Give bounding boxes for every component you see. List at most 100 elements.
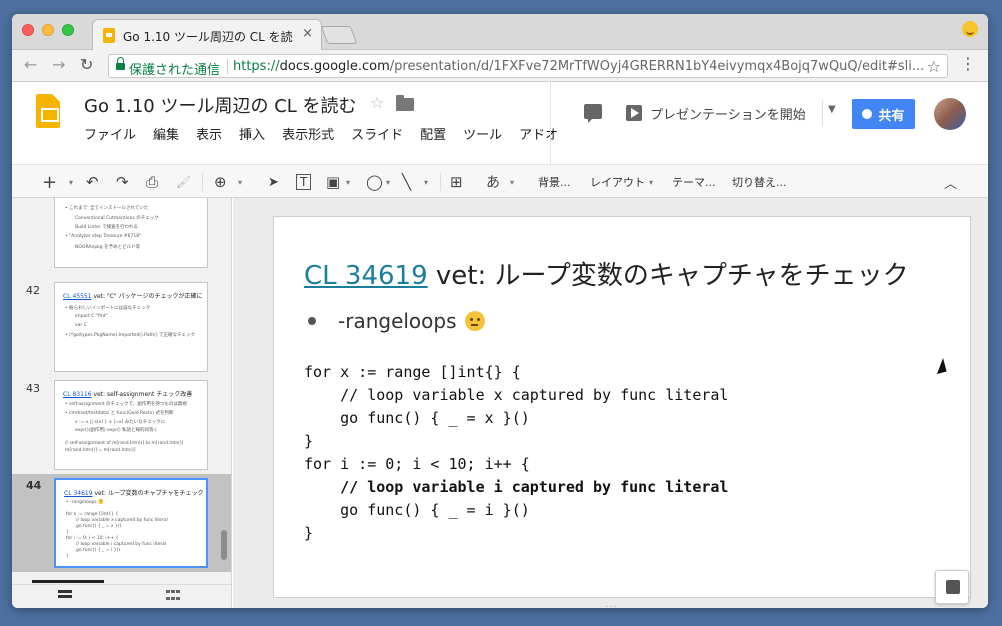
code-line: go func() { _ = x }() [304,409,530,427]
present-button[interactable]: プレゼンテーションを開始 [626,100,806,126]
menu-insert[interactable]: 挿入 [233,122,271,145]
tab-title: Go 1.10 ツール周辺の CL を読む [123,30,293,44]
browser-tab[interactable]: Go 1.10 ツール周辺の CL を読む × [92,19,322,50]
new-slide-icon[interactable]: + [42,171,57,193]
address-bar[interactable]: 保護された通信 https://docs.google.com/presenta… [108,54,948,78]
slide-bullet[interactable]: -rangeloops [308,309,485,333]
profile-emoji-icon[interactable] [962,21,978,37]
thumbnail-line: Conventional Cutmentions のチェック [75,216,159,221]
slide-thumbnail-selected[interactable]: CL 34619 vet: ループ変数のキャプチャをチェック • -rangel… [54,478,208,568]
code-line: // loop variable x captured by func lite… [304,386,729,404]
menu-edit[interactable]: 編集 [147,122,185,145]
code-line: for x := range []int{} { [304,363,521,381]
menu-tools[interactable]: ツール [457,122,508,145]
filmstrip-tab-indicator [32,580,104,583]
undo-icon[interactable]: ↶ [86,171,99,193]
slide-thumbnail[interactable]: CL 83116 vet: self-assignment チェック改善 • s… [54,380,208,470]
present-label: プレゼンテーションを開始 [650,107,806,123]
back-icon[interactable]: ← [24,57,37,73]
share-label: 共有 [878,108,905,124]
avatar[interactable] [934,98,966,130]
grid-view-icon[interactable] [166,590,180,602]
list-view-icon[interactable] [58,590,72,602]
menu-format[interactable]: 表示形式 [276,122,340,145]
move-to-folder-icon[interactable] [396,95,414,111]
thumbnail-line: expr()(副作用) expr() 私語と線的同等く [75,428,159,433]
slide-title[interactable]: CL 34619 vet: ループ変数のキャプチャをチェック [304,255,909,292]
bookmark-star-icon[interactable]: ☆ [927,57,941,76]
code-block[interactable]: for x := range []int{} { // loop variabl… [304,361,728,545]
layout-dropdown-icon[interactable]: ▾ [649,178,653,187]
thumbnail-line: go func() { _ = x }() [76,524,122,529]
input-tools-icon[interactable]: あ [486,171,500,193]
slide-thumbnail[interactable]: • これまで: 全てインストールされていた Conventional Cutme… [54,198,208,268]
code-line: } [304,524,314,542]
filmstrip-row: 42 CL 45551 vet: "C" パッケージのチェックが正確に • 紛ら… [12,280,231,376]
redo-icon[interactable]: ↷ [116,171,129,193]
tab-close-icon[interactable]: × [302,26,313,41]
layout-button[interactable]: レイアウト [590,174,645,190]
line-dropdown-icon[interactable]: ▾ [424,178,428,187]
slide-thumbnail[interactable]: CL 45551 vet: "C" パッケージのチェックが正確に • 紛らわしい… [54,282,208,372]
window-maximize-button[interactable] [62,24,74,36]
menu-bar: ファイル 編集 表示 挿入 表示形式 スライド 配置 ツール アドオ [84,122,569,145]
speaker-notes-resize-handle[interactable]: ··· [605,602,618,608]
thumbnail-line: x := x || x(x) [ .x ]=x] みたいなチェックに [75,420,166,425]
thumbnail-line: // self-assignment of m[rand.Intn()] to … [65,441,184,446]
slide-canvas[interactable]: CL 34619 vet: ループ変数のキャプチャをチェック -rangeloo… [273,216,971,598]
thumbnail-line: • 紛らわしいインポートには誤なチェック [65,306,151,311]
thumbnail-title: CL 83116 vet: self-assignment チェック改善 [63,389,192,398]
comments-icon[interactable] [584,104,602,123]
paint-format-icon[interactable]: 🖌 [176,171,191,193]
menu-view[interactable]: 表示 [190,122,228,145]
zoom-icon[interactable]: ⊕ [214,171,227,193]
reload-icon[interactable]: ↻ [80,57,93,73]
thumbnail-line: } [66,554,69,559]
window-minimize-button[interactable] [42,24,54,36]
explore-icon[interactable] [935,570,969,604]
thumbnail-line: • これまで: 全てインストールされていた [65,206,149,211]
star-document-icon[interactable]: ☆ [370,93,384,112]
browser-menu-icon[interactable]: ⋮ [960,56,976,72]
print-icon[interactable]: ⎙ [146,171,158,193]
tab-strip: Go 1.10 ツール周辺の CL を読む × [12,14,988,50]
theme-button[interactable]: テーマ... [672,174,716,190]
menu-arrange[interactable]: 配置 [414,122,452,145]
thumbnail-line: // loop variable i captured by func lite… [76,542,167,547]
document-title[interactable]: Go 1.10 ツール周辺の CL を読む [84,92,357,118]
background-button[interactable]: 背景... [538,174,571,190]
new-slide-dropdown-icon[interactable]: ▾ [69,178,73,187]
zoom-dropdown-icon[interactable]: ▾ [238,178,242,187]
secure-label: 保護された通信 [129,63,221,78]
slides-logo-icon[interactable] [36,94,60,128]
image-icon[interactable]: ▣ [326,171,340,193]
window-close-button[interactable] [22,24,34,36]
input-tools-dropdown-icon[interactable]: ▾ [510,178,514,187]
present-dropdown-icon[interactable]: ▼ [828,104,836,115]
filmstrip-scrollbar[interactable] [221,530,227,560]
shape-icon[interactable]: ◯ [366,171,383,193]
share-button[interactable]: 共有 [852,99,915,129]
menu-file[interactable]: ファイル [84,122,142,145]
menu-slide[interactable]: スライド [345,122,409,145]
edit-toolbar: + ▾ ↶ ↷ ⎙ 🖌 ⊕ ▾ ➤ T ▣ ▾ ◯ ▾ ╲ ▾ ⊞ あ ▾ 背景… [12,164,988,198]
docs-header: Go 1.10 ツール周辺の CL を読む ☆ ファイル 編集 表示 挿入 表示… [12,82,988,164]
menu-addons[interactable]: アドオ [513,122,564,145]
forward-icon[interactable]: → [52,57,65,73]
collapse-menus-icon[interactable]: ︿ [944,171,957,193]
image-dropdown-icon[interactable]: ▾ [346,178,350,187]
line-icon[interactable]: ╲ [402,171,411,193]
shape-dropdown-icon[interactable]: ▾ [386,178,390,187]
thumbnail-line: • self-assignment のチェックで、副作用を持つものは無視 [65,402,187,407]
slide-number: 43 [26,382,40,395]
thumbnail-line: } [66,530,69,535]
new-tab-button[interactable] [320,26,358,44]
slide-number: 42 [26,284,40,297]
url-text[interactable]: https://docs.google.com/presentation/d/1… [233,59,923,74]
add-comment-icon[interactable]: ⊞ [450,171,463,193]
toolbar-divider [202,173,203,191]
cl-link[interactable]: CL 34619 [304,261,428,291]
textbox-icon[interactable]: T [296,174,312,190]
select-cursor-icon[interactable]: ➤ [268,171,279,193]
transition-button[interactable]: 切り替え... [732,174,787,190]
